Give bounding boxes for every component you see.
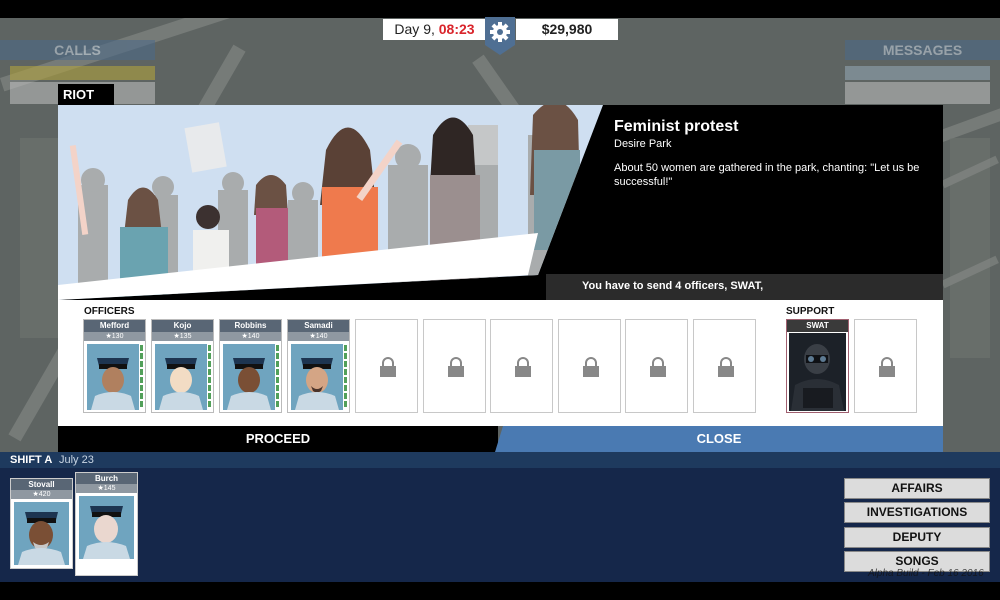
officer-rank: ★130 [84, 332, 145, 341]
empty-officer-slot[interactable] [625, 319, 688, 413]
swat-portrait [789, 333, 846, 411]
requirement-text: You have to send 4 officers, SWAT, [582, 280, 764, 292]
officer-portrait [14, 502, 69, 565]
proceed-button[interactable]: PROCEED [58, 426, 498, 452]
bottom-strip [0, 582, 1000, 600]
officer-portrait [291, 344, 343, 410]
officer-portrait [155, 344, 207, 410]
officer-name: Kojo [152, 320, 213, 332]
money-display: $29,980 [516, 19, 618, 40]
lock-icon [718, 357, 734, 377]
messages-panel-title[interactable]: MESSAGES [845, 40, 1000, 60]
officer-portrait [87, 344, 139, 410]
requirement-bar: You have to send 4 officers, SWAT, [58, 274, 943, 300]
officer-name: Mefford [84, 320, 145, 332]
event-title: Feminist protest [614, 118, 739, 135]
close-button[interactable]: CLOSE [495, 426, 943, 452]
support-label: SUPPORT [786, 306, 835, 317]
deputy-button[interactable]: DEPUTY [844, 527, 990, 548]
officer-name: Robbins [220, 320, 281, 332]
lock-icon [650, 357, 666, 377]
shift-header [0, 452, 1000, 468]
investigations-button[interactable]: INVESTIGATIONS [844, 502, 990, 523]
message-list-item[interactable] [845, 66, 990, 80]
settings-button[interactable] [485, 17, 515, 55]
event-dialog: RIOT Feminist protest Desire Park About … [58, 84, 943, 452]
empty-officer-slot[interactable] [693, 319, 756, 413]
officer-card[interactable]: Kojo ★135 [151, 319, 214, 413]
officers-label: OFFICERS [84, 306, 135, 317]
lock-icon [448, 357, 464, 377]
support-name: SWAT [787, 320, 848, 332]
shift-officer-card[interactable]: Stovall ★420 [10, 478, 73, 569]
protest-illustration [58, 105, 603, 300]
day-label: Day 9, [394, 21, 435, 37]
officer-name: Samadi [288, 320, 349, 332]
clock-time: 08:23 [438, 21, 475, 37]
officer-rank: ★140 [288, 332, 349, 341]
day-time-display: Day 9, 08:23 [383, 19, 486, 40]
lock-icon [879, 357, 895, 377]
empty-officer-slot[interactable] [423, 319, 486, 413]
lock-icon [515, 357, 531, 377]
empty-officer-slot[interactable] [558, 319, 621, 413]
dispatch-roster: OFFICERS SUPPORT Mefford ★130 Kojo ★135 … [58, 300, 943, 426]
empty-officer-slot[interactable] [355, 319, 418, 413]
officer-card[interactable]: Robbins ★140 [219, 319, 282, 413]
swat-support-card[interactable]: SWAT [786, 319, 849, 413]
empty-officer-slot[interactable] [490, 319, 553, 413]
lock-icon [583, 357, 599, 377]
officer-rank: ★145 [76, 484, 137, 493]
build-version-text: Alpha Build - Feb 16 2016 [868, 568, 984, 579]
shift-label: SHIFT A [10, 454, 53, 466]
empty-support-slot[interactable] [854, 319, 917, 413]
officer-portrait [223, 344, 275, 410]
calls-panel-title[interactable]: CALLS [0, 40, 155, 60]
officer-portrait [79, 496, 134, 559]
event-location: Desire Park [614, 138, 672, 150]
affairs-button[interactable]: AFFAIRS [844, 478, 990, 499]
officer-name: Stovall [11, 479, 72, 490]
officer-card[interactable]: Mefford ★130 [83, 319, 146, 413]
officer-card[interactable]: Samadi ★140 [287, 319, 350, 413]
call-list-item[interactable] [10, 66, 155, 80]
event-type-tab: RIOT [58, 84, 114, 105]
officer-rank: ★140 [220, 332, 281, 341]
officer-rank: ★135 [152, 332, 213, 341]
event-header: Feminist protest Desire Park About 50 wo… [58, 105, 943, 300]
officer-name: Burch [76, 473, 137, 484]
officer-rank: ★420 [11, 490, 72, 499]
shift-date: July 23 [59, 454, 94, 466]
lock-icon [380, 357, 396, 377]
event-description: About 50 women are gathered in the park,… [614, 162, 920, 188]
shift-officer-card[interactable]: Burch ★145 [75, 472, 138, 576]
gear-icon [485, 17, 515, 55]
